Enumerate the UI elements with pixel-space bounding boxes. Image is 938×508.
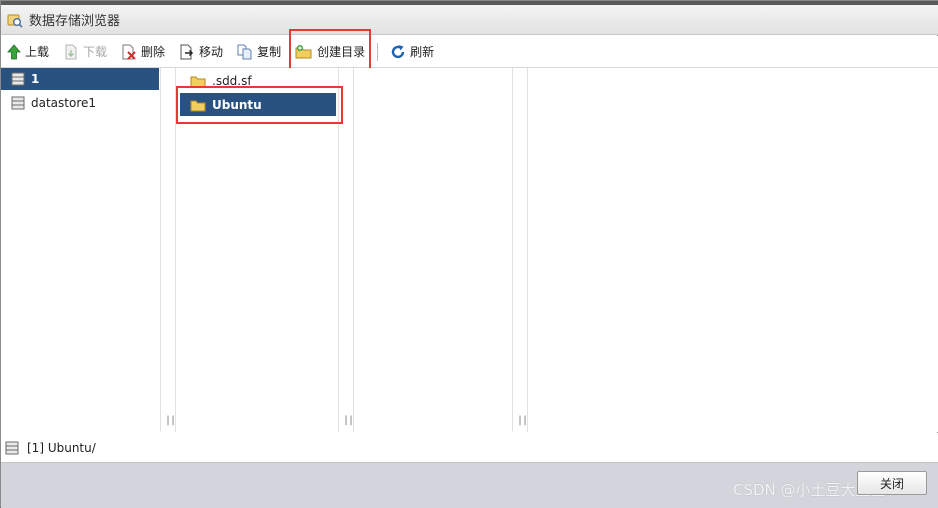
delete-label: 删除 [141,45,166,59]
datastore-item[interactable]: 1 [1,68,159,90]
datastore-icon [11,72,25,86]
copy-icon [237,44,253,60]
datastore-item[interactable]: datastore1 [1,92,159,114]
datastore-label: 1 [31,72,40,86]
move-button[interactable]: 移动 [179,43,223,60]
datastore-browser-icon [7,12,23,28]
window-title: 数据存储浏览器 [29,14,121,29]
up-arrow-icon [7,43,21,60]
datastore-icon [11,96,25,110]
download-icon [63,44,79,60]
copy-button[interactable]: 复制 [237,43,281,60]
title-bar: 数据存储浏览器 [1,5,938,35]
browser-panes: 1 datastore1 ||| .sdd.sf Ubuntu ||| ||| [1,68,938,432]
create-directory-highlight [289,29,371,72]
ubuntu-folder-highlight [176,86,343,124]
upload-button[interactable]: 上载 [7,43,49,60]
delete-button[interactable]: 删除 [121,43,165,60]
toolbar: 上载 下载 删除 移动 复制 创建目录 刷新 [1,36,938,68]
datastore-browser-window: 数据存储浏览器 上载 下载 删除 移动 复制 创建目录 刷新 1 datasto… [0,0,938,508]
datastore-pane: 1 datastore1 [1,68,160,432]
delete-icon [121,44,137,60]
datastore-label: datastore1 [31,96,97,110]
datastore-icon [5,441,19,455]
close-button[interactable]: 关闭 [857,471,927,495]
pane-splitter[interactable]: ||| [512,68,533,432]
upload-label: 上载 [25,45,50,59]
copy-label: 复制 [257,45,282,59]
move-icon [179,44,195,60]
pane-splitter[interactable]: ||| [160,68,181,432]
refresh-button[interactable]: 刷新 [390,43,434,60]
toolbar-separator [377,42,379,61]
refresh-icon [390,44,406,60]
download-button[interactable]: 下载 [63,43,107,60]
download-label: 下载 [83,45,108,59]
current-path: [1] Ubuntu/ [27,440,96,455]
status-bar: [1] Ubuntu/ [1,433,938,463]
refresh-label: 刷新 [410,45,435,59]
file-pane [528,68,938,432]
move-label: 移动 [199,45,224,59]
subfolder-pane [354,68,512,432]
